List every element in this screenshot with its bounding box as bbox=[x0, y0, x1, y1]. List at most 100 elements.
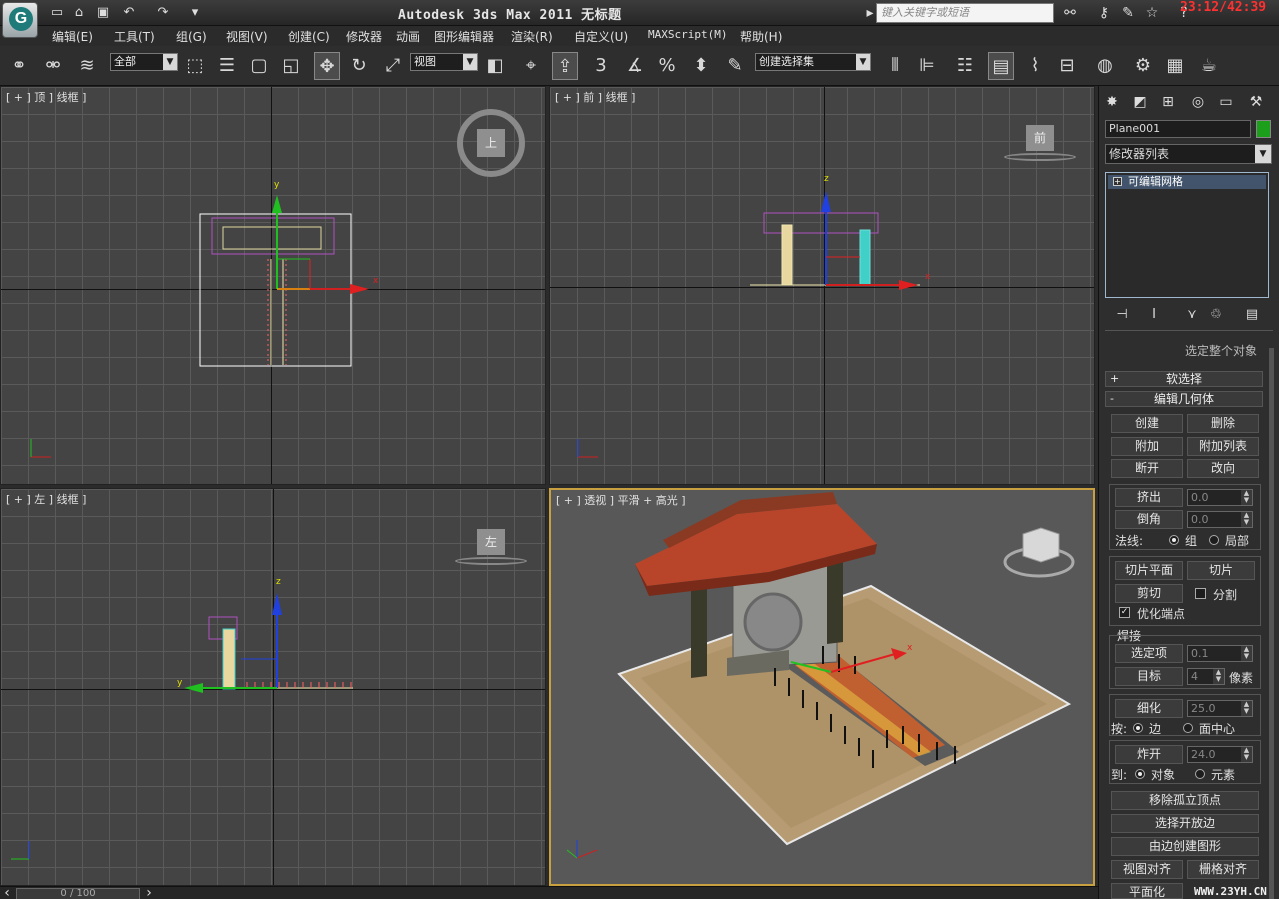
modifier-list-dropdown[interactable]: 修改器列表 ▼ bbox=[1105, 144, 1272, 164]
new-file-icon[interactable]: ▭ bbox=[48, 4, 66, 22]
binoculars-icon[interactable]: ⚯ bbox=[1060, 3, 1080, 23]
object-color-swatch[interactable] bbox=[1256, 120, 1271, 138]
show-end-result-icon[interactable]: Ⅰ bbox=[1145, 306, 1163, 324]
motion-tab-icon[interactable]: ◎ bbox=[1187, 91, 1209, 113]
select-by-name-icon[interactable]: ☰ bbox=[214, 52, 240, 80]
modifier-stack[interactable]: + 可编辑网格 bbox=[1105, 172, 1269, 298]
explode-button[interactable]: 炸开 bbox=[1115, 745, 1183, 764]
graphite-ribbon-icon[interactable]: ▤ bbox=[988, 52, 1014, 80]
detach-button[interactable]: 断开 bbox=[1111, 459, 1183, 478]
to-objects-radio[interactable] bbox=[1135, 769, 1145, 779]
align-icon[interactable]: ⊫ bbox=[914, 52, 940, 80]
explode-spinner[interactable]: 24.0 ▲ ▼ bbox=[1187, 746, 1253, 763]
open-file-icon[interactable]: ⌂ bbox=[70, 4, 88, 22]
schematic-view-icon[interactable]: ⊟ bbox=[1054, 52, 1080, 80]
by-face-center-radio[interactable] bbox=[1183, 723, 1193, 733]
panel-scrollbar[interactable] bbox=[1269, 348, 1274, 899]
rollout-edit-geometry[interactable]: - 编辑几何体 bbox=[1105, 391, 1263, 407]
expand-icon[interactable]: + bbox=[1113, 177, 1122, 186]
hierarchy-tab-icon[interactable]: ⊞ bbox=[1157, 91, 1179, 113]
stack-item-editable-mesh[interactable]: + 可编辑网格 bbox=[1108, 175, 1266, 189]
rollout-soft-selection[interactable]: + 软选择 bbox=[1105, 371, 1263, 387]
subscription-icon[interactable]: ✎ bbox=[1118, 3, 1138, 23]
selection-filter-dropdown[interactable]: 全部 ▼ bbox=[110, 53, 178, 71]
weld-target-button[interactable]: 目标 bbox=[1115, 667, 1183, 686]
menu-group[interactable]: 组(G) bbox=[176, 28, 207, 45]
menu-animation[interactable]: 动画 bbox=[396, 28, 420, 45]
normal-local-radio[interactable] bbox=[1209, 535, 1219, 545]
remove-modifier-icon[interactable]: ♲ bbox=[1207, 306, 1225, 324]
move-icon[interactable]: ✥ bbox=[314, 52, 340, 80]
link-icon[interactable]: ⚭ bbox=[6, 52, 32, 80]
curve-editor-icon[interactable]: ⌇ bbox=[1022, 52, 1048, 80]
rect-selection-icon[interactable]: ▢ bbox=[246, 52, 272, 80]
keyboard-shortcut-icon[interactable]: ⇪ bbox=[552, 52, 578, 80]
display-tab-icon[interactable]: ▭ bbox=[1215, 91, 1237, 113]
viewport-top[interactable]: [ + ] 顶 ] 线框 ] 上 x y bbox=[0, 86, 546, 485]
weld-selected-button[interactable]: 选定项 bbox=[1115, 644, 1183, 663]
menu-customize[interactable]: 自定义(U) bbox=[574, 28, 628, 45]
split-checkbox[interactable] bbox=[1195, 588, 1206, 599]
material-editor-icon[interactable]: ◍ bbox=[1092, 52, 1118, 80]
extrude-button[interactable]: 挤出 bbox=[1115, 488, 1183, 507]
to-elements-radio[interactable] bbox=[1195, 769, 1205, 779]
viewport-perspective[interactable]: [ + ] 透视 ] 平滑 + 高光 ] x bbox=[549, 488, 1095, 886]
delete-button[interactable]: 删除 bbox=[1187, 414, 1259, 433]
mirror-icon[interactable]: ⫴ bbox=[882, 52, 908, 80]
create-shape-button[interactable]: 由边创建图形 bbox=[1111, 837, 1259, 856]
remove-isolated-button[interactable]: 移除孤立顶点 bbox=[1111, 791, 1259, 810]
dropdown-icon[interactable]: ▾ bbox=[186, 4, 204, 22]
time-slider[interactable]: 0 / 100 bbox=[16, 888, 140, 899]
star-icon[interactable]: ☆ bbox=[1142, 3, 1162, 23]
menu-tools[interactable]: 工具(T) bbox=[114, 28, 155, 45]
percent-snap-icon[interactable]: % bbox=[654, 52, 680, 80]
redo-icon[interactable]: ↷ bbox=[154, 4, 172, 22]
bind-spacewarp-icon[interactable]: ≋ bbox=[74, 52, 100, 80]
rendered-frame-icon[interactable]: ▦ bbox=[1162, 52, 1188, 80]
chevron-left-icon[interactable]: ‹ bbox=[0, 883, 14, 899]
menu-edit[interactable]: 编辑(E) bbox=[52, 28, 93, 45]
render-setup-icon[interactable]: ⚙ bbox=[1130, 52, 1156, 80]
pivot-center-icon[interactable]: ◧ bbox=[482, 52, 508, 80]
viewport-left[interactable]: [ + ] 左 ] 线框 ] 左 y z bbox=[0, 488, 546, 886]
flatten-button[interactable]: 平面化 bbox=[1111, 883, 1183, 899]
layer-manager-icon[interactable]: ☷ bbox=[952, 52, 978, 80]
attach-list-button[interactable]: 附加列表 bbox=[1187, 437, 1259, 456]
modify-tab-icon[interactable]: ◩ bbox=[1129, 91, 1151, 113]
menu-maxscript[interactable]: MAXScript(M) bbox=[648, 28, 727, 41]
select-open-edges-button[interactable]: 选择开放边 bbox=[1111, 814, 1259, 833]
weld-selected-spinner[interactable]: 0.1 ▲ ▼ bbox=[1187, 645, 1253, 662]
rotate-icon[interactable]: ↻ bbox=[346, 52, 372, 80]
select-object-icon[interactable]: ⬚ bbox=[182, 52, 208, 80]
create-tab-icon[interactable]: ✸ bbox=[1101, 91, 1123, 113]
help-search-input[interactable]: 键入关键字或短语 bbox=[876, 3, 1054, 23]
menu-graph-editors[interactable]: 图形编辑器 bbox=[434, 28, 494, 45]
pin-stack-icon[interactable]: ⊣ bbox=[1113, 306, 1131, 324]
menu-views[interactable]: 视图(V) bbox=[226, 28, 268, 45]
window-crossing-icon[interactable]: ◱ bbox=[278, 52, 304, 80]
slice-plane-button[interactable]: 切片平面 bbox=[1115, 561, 1183, 580]
configure-sets-icon[interactable]: ▤ bbox=[1243, 306, 1261, 324]
optimize-ends-checkbox[interactable]: ✓ bbox=[1119, 607, 1130, 618]
named-selection-dropdown[interactable]: 创建选择集 ▼ bbox=[755, 53, 871, 71]
attach-button[interactable]: 附加 bbox=[1111, 437, 1183, 456]
select-manipulate-icon[interactable]: ⌖ bbox=[518, 52, 544, 80]
app-logo[interactable]: G bbox=[2, 2, 38, 38]
grid-align-button[interactable]: 栅格对齐 bbox=[1187, 860, 1259, 879]
key-icon[interactable]: ⚷ bbox=[1094, 3, 1114, 23]
menu-create[interactable]: 创建(C) bbox=[288, 28, 330, 45]
create-button[interactable]: 创建 bbox=[1111, 414, 1183, 433]
tessellate-button[interactable]: 细化 bbox=[1115, 699, 1183, 718]
cut-button[interactable]: 剪切 bbox=[1115, 584, 1183, 603]
spinner-snap-icon[interactable]: ⬍ bbox=[688, 52, 714, 80]
tessellate-spinner[interactable]: 25.0 ▲ ▼ bbox=[1187, 700, 1253, 717]
edit-named-selection-icon[interactable]: ✎ bbox=[722, 52, 748, 80]
ref-coord-dropdown[interactable]: 视图 ▼ bbox=[410, 53, 478, 71]
view-align-button[interactable]: 视图对齐 bbox=[1111, 860, 1183, 879]
angle-snap-icon[interactable]: ∡ bbox=[622, 52, 648, 80]
chevron-right-icon[interactable]: › bbox=[142, 883, 156, 899]
slice-button[interactable]: 切片 bbox=[1187, 561, 1255, 580]
menu-modifiers[interactable]: 修改器 bbox=[346, 28, 382, 45]
extrude-spinner[interactable]: 0.0 ▲ ▼ bbox=[1187, 489, 1253, 506]
render-teapot-icon[interactable]: ☕ bbox=[1196, 52, 1222, 80]
